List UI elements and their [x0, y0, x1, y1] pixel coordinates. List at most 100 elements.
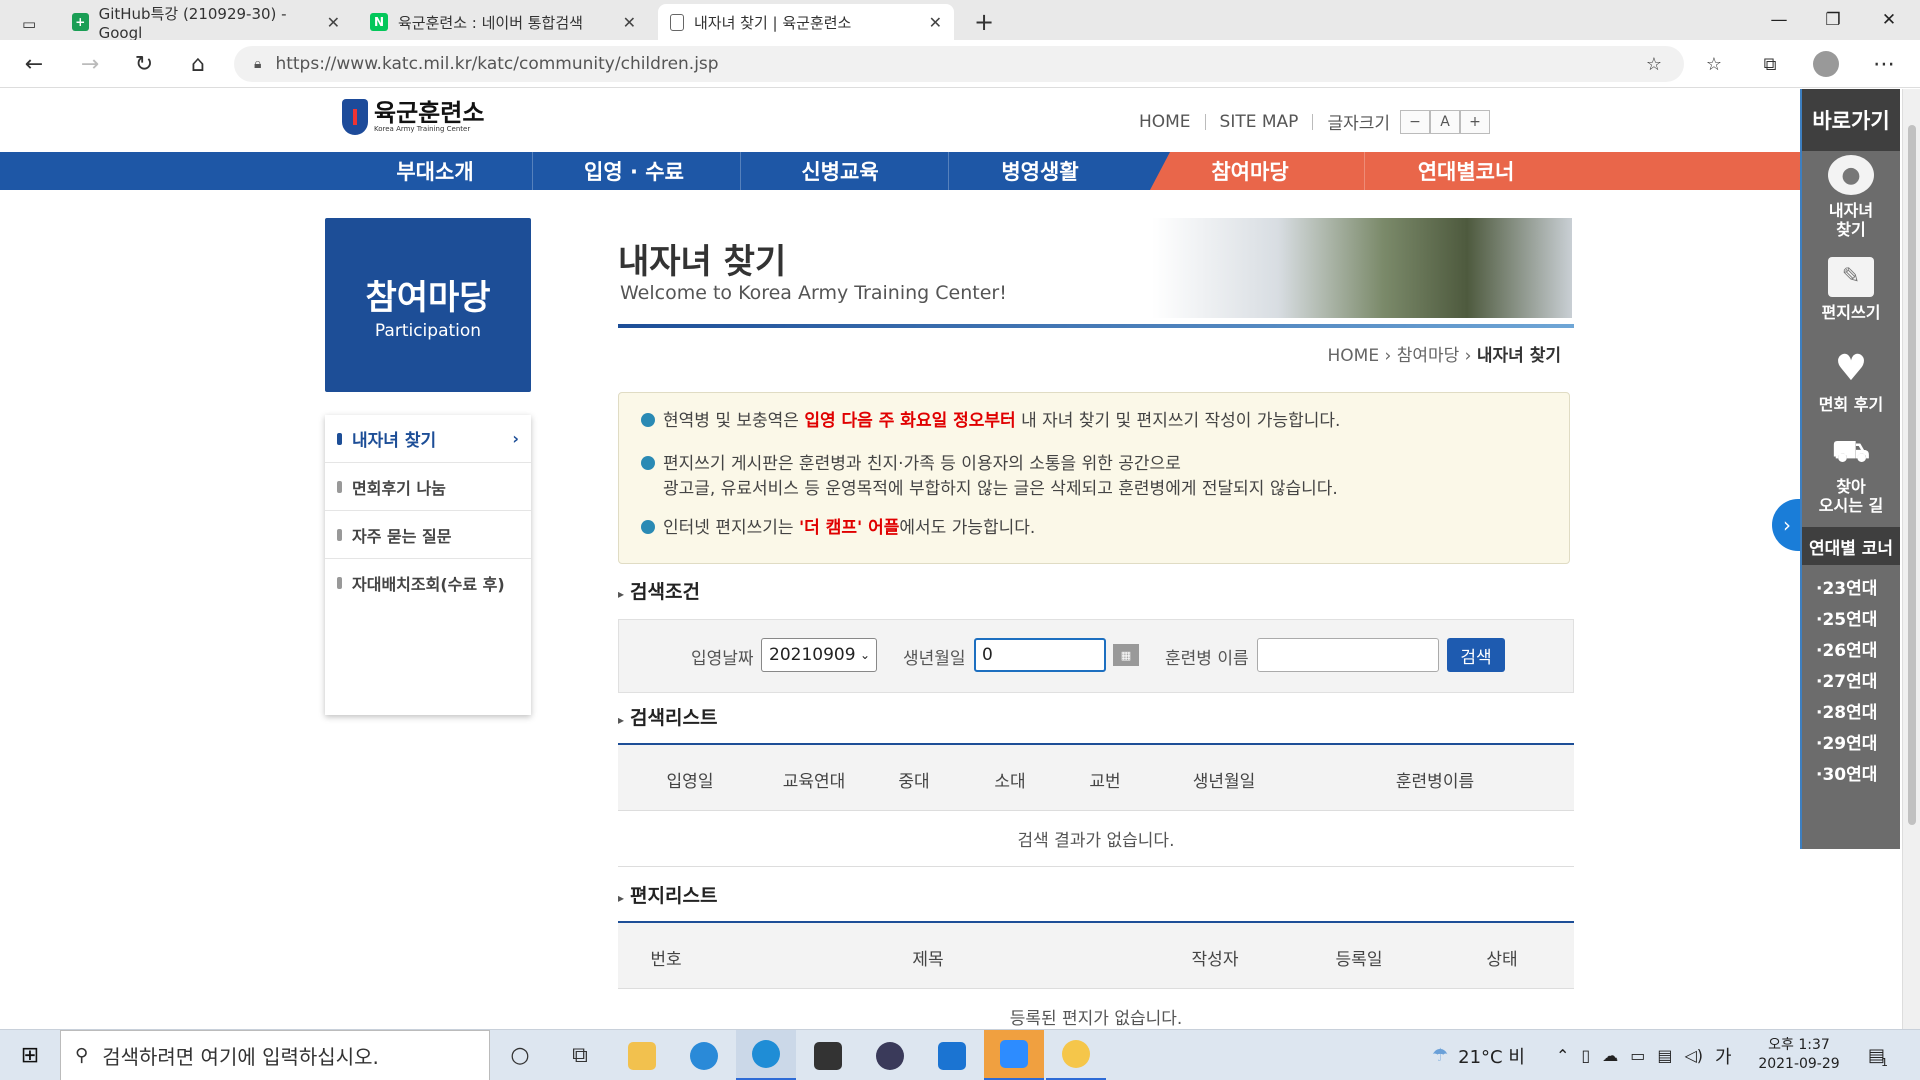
trainee-name-input[interactable] [1257, 638, 1439, 672]
chevron-up-icon[interactable]: ⌃ [1556, 1046, 1569, 1065]
enlist-date-select[interactable]: 20210909 ⌄ [761, 638, 877, 672]
new-tab-button[interactable]: + [962, 4, 1002, 40]
scrollbar-thumb[interactable] [1908, 125, 1916, 825]
breadcrumb: HOME › 참여마당 › 내자녀 찾기 [1327, 346, 1561, 366]
tab-actions-icon[interactable]: ▭ [10, 6, 50, 42]
font-decrease-button[interactable]: − [1400, 109, 1430, 134]
collections-icon[interactable]: ⧉ [1752, 48, 1788, 80]
column-header: 교번 [1089, 772, 1121, 792]
lock-icon[interactable]: 🔒︎ [254, 56, 261, 72]
windows-start-icon[interactable]: ⊞ [0, 1030, 60, 1080]
edge-icon[interactable] [736, 1030, 796, 1080]
profile-avatar[interactable] [1808, 48, 1844, 80]
car-icon: ⛟ [1832, 433, 1870, 469]
regiment-link[interactable]: ·30연대 [1802, 757, 1900, 788]
naver-favicon-icon: N [370, 13, 388, 31]
cortana-icon[interactable]: ○ [490, 1030, 550, 1080]
regiment-list: ·23연대 ·25연대 ·26연대 ·27연대 ·28연대 ·29연대 ·30연… [1802, 565, 1900, 788]
page-viewport: 육군훈련소 Korea Army Training Center HOME SI… [0, 89, 1920, 1029]
gnb-regiment-corner[interactable]: 연대별코너 [1366, 152, 1566, 190]
quick-item-label: 면회 후기 [1818, 394, 1884, 414]
close-tab-icon[interactable]: ✕ [929, 13, 942, 32]
onedrive-icon[interactable]: ☁ [1602, 1046, 1618, 1065]
regiment-link[interactable]: ·26연대 [1802, 633, 1900, 664]
tab-naver[interactable]: N 육군훈련소 : 네이버 통합검색 ✕ [358, 4, 648, 40]
rain-cloud-icon: ☂ [1432, 1045, 1449, 1066]
quick-directions[interactable]: ⛟ 찾아 오시는 길 [1802, 427, 1900, 519]
gnb-training[interactable]: 신병교육 [740, 152, 940, 190]
gnb-barracks-life[interactable]: 병영생활 [948, 152, 1132, 190]
media-player-icon[interactable] [860, 1030, 920, 1080]
site-logo[interactable]: 육군훈련소 Korea Army Training Center [342, 99, 484, 135]
home-icon[interactable]: ⌂ [180, 48, 216, 80]
pin-icon [641, 520, 655, 534]
search-button[interactable]: 검색 [1447, 638, 1505, 672]
back-icon[interactable]: ← [16, 48, 52, 80]
font-size-label: 글자크기 [1327, 114, 1390, 134]
volume-icon[interactable]: ◁) [1684, 1046, 1703, 1065]
sidebar-menu: 내자녀 찾기 › 면회후기 나눔 자주 묻는 질문 자대배치조회(수료 후) [325, 415, 531, 715]
task-view-icon[interactable]: ⧉ [550, 1030, 610, 1080]
quick-visit-review[interactable]: ♥ 면회 후기 [1802, 335, 1900, 427]
address-bar[interactable]: 🔒︎ https://www.katc.mil.kr/katc/communit… [234, 46, 1684, 82]
weather-widget[interactable]: ☂ 21°C 비 [1432, 1030, 1525, 1080]
taskbar-search[interactable]: ⚲ 검색하려면 여기에 입력하십시오. [60, 1030, 490, 1080]
home-link[interactable]: HOME [1139, 112, 1191, 132]
network-icon[interactable]: ▤ [1657, 1046, 1672, 1065]
internet-explorer-icon[interactable] [674, 1030, 734, 1080]
store-icon[interactable] [798, 1030, 858, 1080]
favorites-icon[interactable]: ☆ [1696, 48, 1732, 80]
regiment-link[interactable]: ·29연대 [1802, 726, 1900, 757]
forward-icon[interactable]: → [72, 48, 108, 80]
battery-icon[interactable]: ▭ [1630, 1046, 1645, 1065]
sidebar-item-find-child[interactable]: 내자녀 찾기 › [325, 415, 531, 463]
close-window-icon[interactable]: ✕ [1862, 0, 1916, 40]
clock[interactable]: 오후 1:37 2021-09-29 [1755, 1036, 1843, 1074]
restore-icon[interactable]: ❐ [1806, 0, 1860, 40]
font-reset-button[interactable]: A [1430, 109, 1460, 134]
column-header: 작성자 [1191, 950, 1239, 970]
taskbar: ⊞ ⚲ 검색하려면 여기에 입력하십시오. ○ ⧉ ☂ 21°C 비 ⌃ ▯ ☁… [0, 1029, 1920, 1080]
gnb-unit-intro[interactable]: 부대소개 [340, 152, 530, 190]
quick-write-letter[interactable]: ✎ 편지쓰기 [1802, 243, 1900, 335]
sidebar-item-visit-review[interactable]: 면회후기 나눔 [325, 463, 531, 511]
file-explorer-icon[interactable] [612, 1030, 672, 1080]
sidebar-item-unit-assignment[interactable]: 자대배치조회(수료 후) [325, 559, 531, 607]
more-menu-icon[interactable]: ⋯ [1866, 48, 1902, 80]
breadcrumb-home[interactable]: HOME [1328, 346, 1380, 366]
breadcrumb-participation[interactable]: 참여마당 [1397, 346, 1460, 366]
close-tab-icon[interactable]: ✕ [327, 13, 340, 32]
ime-indicator[interactable]: 가 [1715, 1043, 1732, 1069]
notification-center[interactable]: ▤ 1 [1868, 1030, 1888, 1080]
font-increase-button[interactable]: + [1460, 109, 1490, 134]
gnb-enlistment[interactable]: 입영 · 수료 [534, 152, 734, 190]
quick-find-child[interactable]: ● 내자녀 찾기 [1802, 151, 1900, 243]
regiment-link[interactable]: ·28연대 [1802, 695, 1900, 726]
close-tab-icon[interactable]: ✕ [623, 13, 636, 32]
regiment-link[interactable]: ·25연대 [1802, 602, 1900, 633]
clock-date: 2021-09-29 [1758, 1056, 1840, 1072]
refresh-icon[interactable]: ↻ [126, 48, 162, 80]
sheets-favicon-icon: + [72, 13, 89, 31]
regiment-link[interactable]: ·27연대 [1802, 664, 1900, 695]
regiment-link[interactable]: ·23연대 [1802, 571, 1900, 602]
breadcrumb-current: 내자녀 찾기 [1476, 346, 1561, 366]
page-scrollbar[interactable] [1902, 89, 1920, 1029]
quickmenu-toggle-chevron-icon[interactable]: › [1772, 499, 1802, 551]
add-favorite-icon[interactable]: ☆ [1636, 48, 1672, 80]
device-icon[interactable]: ▯ [1581, 1046, 1590, 1065]
notice-text: 에서도 가능합니다. [899, 518, 1036, 538]
sidebar-item-faq[interactable]: 자주 묻는 질문 [325, 511, 531, 559]
column-header: 상태 [1486, 950, 1518, 970]
zoom-icon[interactable] [984, 1030, 1044, 1080]
calendar-icon[interactable]: ▦ [1113, 644, 1139, 666]
sitemap-link[interactable]: SITE MAP [1220, 112, 1299, 132]
birthdate-input[interactable]: 0 [974, 638, 1106, 672]
notice-text: 광고글, 유료서비스 등 운영목적에 부합하지 않는 글은 삭제되고 훈련병에게… [663, 479, 1338, 499]
tab-github[interactable]: + GitHub특강 (210929-30) - Googl ✕ [60, 4, 352, 42]
mail-icon[interactable] [922, 1030, 982, 1080]
tab-katc[interactable]: 내자녀 찾기 | 육군훈련소 ✕ [658, 4, 954, 40]
kakaotalk-icon[interactable] [1046, 1030, 1106, 1080]
gnb-participation[interactable]: 참여마당 [1160, 152, 1340, 190]
minimize-icon[interactable]: — [1752, 0, 1806, 40]
